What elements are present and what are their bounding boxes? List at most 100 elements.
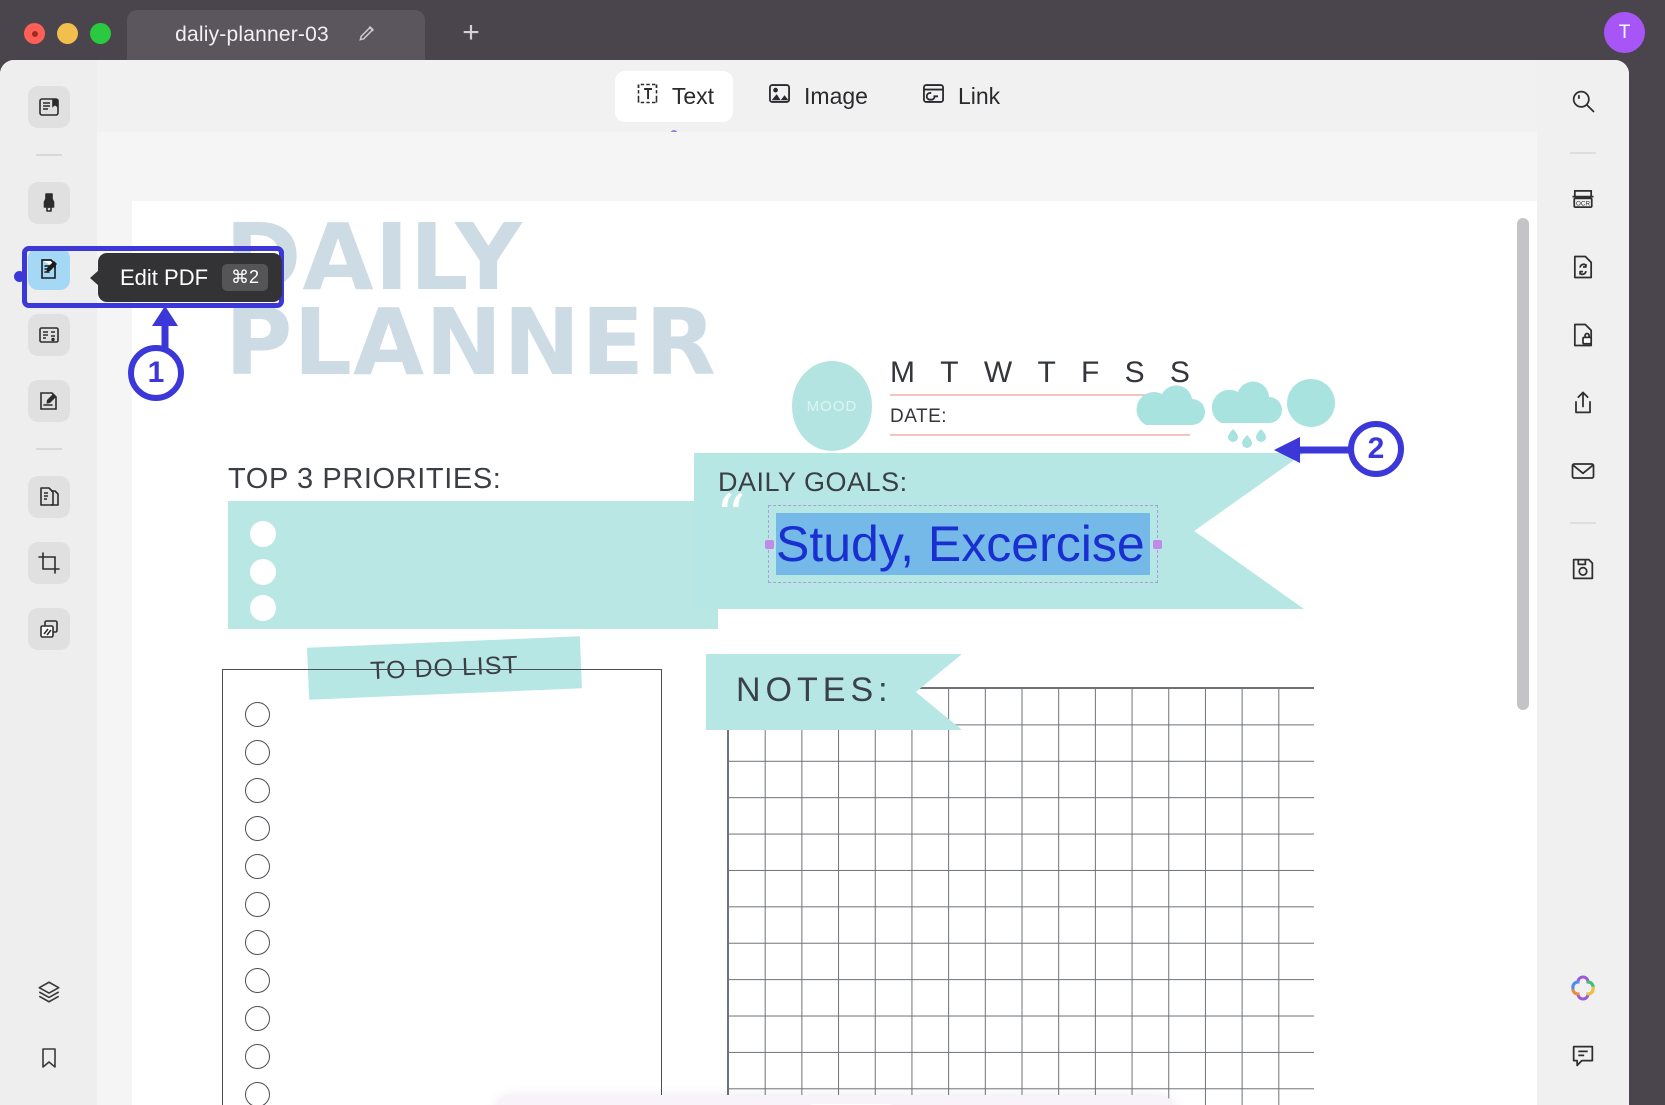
email-icon: [1569, 457, 1597, 490]
sidebar-item-sign[interactable]: [27, 380, 70, 422]
tab-text[interactable]: Text: [614, 70, 734, 137]
ai-assistant-button[interactable]: [1562, 969, 1604, 1011]
todo-checkbox[interactable]: [245, 702, 270, 727]
page-navigation-toolbar: 148% 1 / 1: [497, 1095, 1173, 1105]
daily-goals-label: DAILY GOALS:: [718, 467, 908, 497]
svg-text:OCR: OCR: [1576, 200, 1590, 207]
top-priorities-label: TOP 3 PRIORITIES:: [228, 463, 502, 495]
maximize-window-button[interactable]: [90, 23, 111, 44]
todo-checkbox[interactable]: [245, 930, 270, 955]
tab-title: daliy-planner-03: [175, 23, 329, 46]
minimize-window-button[interactable]: [57, 23, 78, 44]
document-tab[interactable]: daliy-planner-03: [127, 10, 425, 60]
edit-pdf-tooltip: Edit PDF ⌘2: [89, 253, 283, 302]
avatar[interactable]: T: [1604, 12, 1645, 53]
todo-box[interactable]: [222, 669, 662, 1105]
tab-image[interactable]: Image: [747, 71, 887, 122]
search-button[interactable]: [1562, 82, 1604, 124]
todo-checkbox[interactable]: [245, 1044, 270, 1069]
pdf-page[interactable]: DAILY PLANNER TOP 3 PRIORITIES: MOOD M T…: [132, 201, 1537, 1105]
protect-icon: [1569, 321, 1597, 354]
share-button[interactable]: [1562, 384, 1604, 426]
save-icon: [1569, 555, 1597, 588]
sidebar-item-layers[interactable]: [28, 971, 70, 1013]
sidebar-item-form-fields[interactable]: [27, 314, 70, 356]
document-viewport[interactable]: DAILY PLANNER TOP 3 PRIORITIES: MOOD M T…: [97, 132, 1537, 1105]
tool-tabs: Text Image Link: [97, 60, 1537, 137]
quote-mark: “: [716, 482, 746, 550]
resize-handle-left[interactable]: [764, 539, 774, 549]
comments-icon: [1569, 1042, 1597, 1075]
priority-bullet: [250, 595, 276, 621]
organize-pages-icon: [37, 485, 61, 509]
app-window: daliy-planner-03 + T Text Image Link DAI…: [0, 0, 1665, 1105]
text-tool-icon: [634, 80, 661, 113]
page-title-line2: PLANNER: [225, 288, 717, 396]
sign-document-icon: [37, 389, 61, 413]
tab-link-label: Link: [957, 82, 1001, 109]
tooltip-label: Edit PDF: [120, 264, 209, 290]
sidebar-item-bookmark[interactable]: [28, 1037, 70, 1079]
todo-checkbox[interactable]: [245, 778, 270, 803]
todo-checkbox[interactable]: [245, 892, 270, 917]
convert-icon: [1569, 253, 1597, 286]
todo-checkbox[interactable]: [245, 740, 270, 765]
todo-checkbox[interactable]: [245, 816, 270, 841]
compare-documents-icon: [37, 617, 61, 641]
bookmark-icon: [37, 1045, 61, 1071]
ocr-button[interactable]: OCR: [1562, 180, 1604, 222]
close-window-button[interactable]: [24, 23, 45, 44]
crop-page-icon: [37, 551, 61, 575]
weekday-t1: T: [940, 356, 959, 389]
priority-bullet: [250, 559, 276, 585]
comments-button[interactable]: [1562, 1037, 1604, 1079]
goal-text[interactable]: Study, Excercise: [776, 513, 1150, 575]
sidebar-item-annotate[interactable]: [27, 182, 70, 224]
right-toolbar: OCR: [1537, 60, 1629, 1105]
priority-bullet: [250, 521, 276, 547]
page-title-line1: DAILY: [225, 204, 523, 311]
mood-circle: MOOD: [792, 361, 872, 451]
image-tool-icon: [766, 80, 793, 113]
annotate-highlighter-icon: [37, 191, 61, 215]
weekday-m1: M: [890, 356, 915, 389]
pencil-icon[interactable]: [357, 23, 377, 48]
sidebar-item-reader-mode[interactable]: [27, 86, 70, 128]
left-toolbar: [0, 60, 97, 1105]
sidebar-item-crop-page[interactable]: [27, 542, 70, 584]
tab-text-label: Text: [671, 82, 715, 109]
todo-checkbox[interactable]: [245, 854, 270, 879]
protect-button[interactable]: [1562, 316, 1604, 358]
window-controls: [24, 23, 111, 44]
todo-checkbox[interactable]: [245, 968, 270, 993]
convert-button[interactable]: [1562, 248, 1604, 290]
right-rail-divider-2: [1570, 522, 1596, 524]
sidebar-item-compare[interactable]: [27, 608, 70, 650]
notes-grid[interactable]: [727, 687, 1314, 1105]
date-label: DATE:: [890, 406, 948, 427]
plus-icon[interactable]: +: [455, 18, 487, 51]
todo-checkbox[interactable]: [245, 1006, 270, 1031]
vertical-scrollbar-thumb[interactable]: [1517, 218, 1529, 710]
save-button[interactable]: [1562, 550, 1604, 592]
callout-badge-2: 2: [1348, 421, 1404, 477]
form-fields-icon: [37, 323, 61, 347]
ai-assistant-icon: [1567, 972, 1599, 1009]
callout-badge-1: 1: [128, 345, 184, 401]
callout-anchor-dot: [14, 271, 25, 282]
layers-icon: [36, 979, 62, 1005]
avatar-initial: T: [1618, 21, 1631, 43]
top-priorities-box[interactable]: [228, 501, 718, 629]
weekday-f: F: [1081, 356, 1100, 389]
todo-checkbox[interactable]: [245, 1082, 270, 1105]
weekday-t2: T: [1037, 356, 1056, 389]
email-button[interactable]: [1562, 452, 1604, 494]
sidebar-item-organize-pages[interactable]: [27, 476, 70, 518]
weekday-w: W: [983, 356, 1013, 389]
resize-handle-right[interactable]: [1152, 539, 1162, 549]
link-tool-icon: [920, 80, 947, 113]
title-bar: daliy-planner-03 + T: [0, 0, 1665, 66]
date-underline: [890, 434, 1190, 436]
sun-icon: [1287, 379, 1335, 427]
tab-link[interactable]: Link: [901, 71, 1019, 122]
